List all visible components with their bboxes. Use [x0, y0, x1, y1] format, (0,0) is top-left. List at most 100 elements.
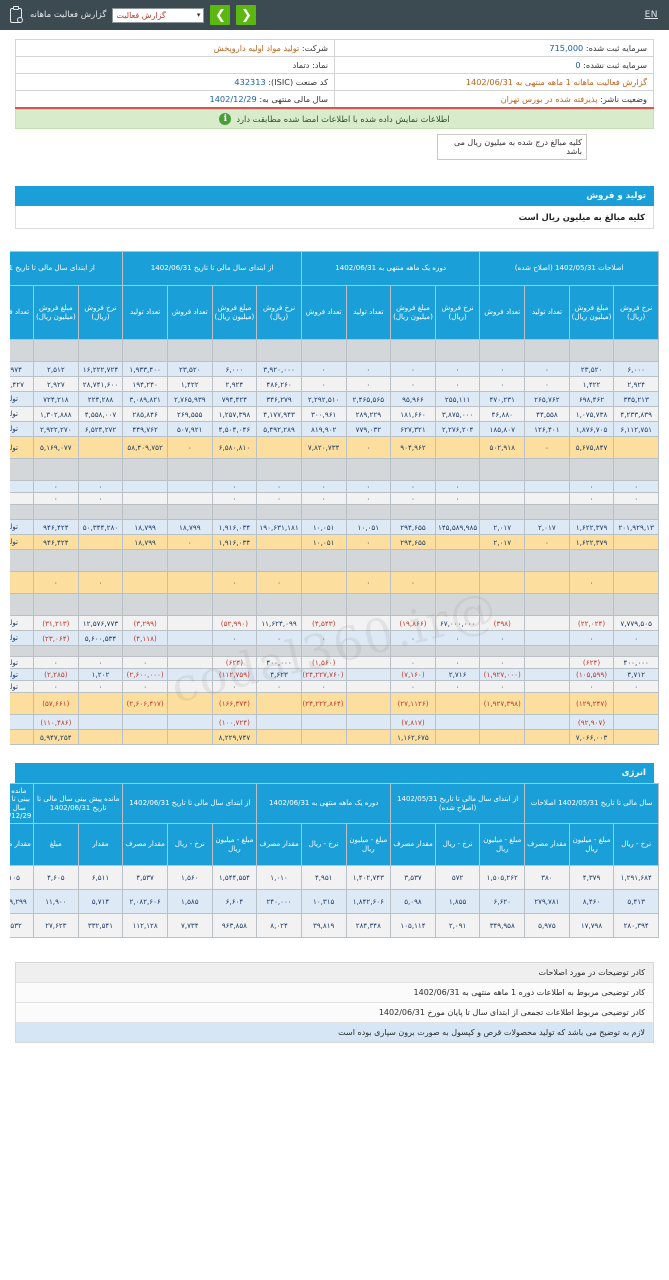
data-cell: [390, 339, 436, 362]
data-cell: ۰: [77, 656, 124, 669]
data-cell: [256, 549, 302, 572]
data-cell: ۱,۵۰۵,۲۶۲: [479, 865, 526, 890]
data-cell: ۳۳۲,۵۴۱: [77, 913, 124, 938]
data-cell: [345, 668, 392, 681]
data-cell: ۲,۰۱۷: [479, 534, 526, 550]
data-cell: (۲۳,۰۶۴): [33, 630, 79, 646]
data-cell: ۱۲۶,۴۰۱: [524, 421, 570, 437]
data-cell: ۴,۲۳۳,۸۳۹: [613, 406, 659, 422]
data-cell: [77, 645, 124, 657]
data-cell: [568, 458, 615, 481]
data-cell: (۴,۵۴۳): [300, 615, 347, 631]
production-column-header: تعداد تولید: [345, 285, 392, 340]
prev-report-button[interactable]: ❮: [236, 5, 257, 25]
data-cell: ۸,۰۲۴: [256, 913, 302, 938]
product-status-cell: تولید: [10, 391, 35, 407]
production-column-header: تعداد فروش: [300, 285, 347, 340]
data-cell: [345, 656, 392, 669]
data-cell: ۲۹۴,۶۵۵: [390, 519, 436, 535]
data-cell: ۲۸۴,۳۴۸: [345, 913, 392, 938]
data-cell: ۰: [390, 376, 436, 392]
data-cell: ۸۱۹,۹۰۲: [300, 421, 347, 437]
data-cell: [524, 692, 570, 715]
data-cell: ۵,۴۱۳: [613, 889, 659, 914]
data-cell: ۰: [300, 376, 347, 392]
data-cell: [211, 339, 258, 362]
data-cell: [166, 492, 213, 505]
product-status-cell: [10, 729, 35, 745]
data-cell: ۶۲۷,۳۲۱: [390, 421, 436, 437]
data-cell: ۴۰۰,۰۰۰: [256, 656, 302, 669]
energy-group-header: سال مالی تا تاریخ 1402/05/31 اصلاحات: [524, 783, 659, 824]
data-cell: [211, 549, 258, 572]
data-cell: ۰: [300, 361, 347, 377]
energy-column-header: مبلغ - میلیون ریال: [479, 823, 526, 866]
data-cell: ۲۳,۵۲۰: [568, 361, 615, 377]
data-cell: ۶,۵۱۱: [77, 865, 124, 890]
energy-column-header: مقدار مصرف: [390, 823, 436, 866]
data-cell: ۰: [390, 656, 436, 669]
energy-column-header: مقدار مصرف: [122, 823, 168, 866]
table-row: [10, 504, 659, 520]
data-cell: ۱۸,۷۹۹: [122, 519, 168, 535]
data-cell: ۲۰۱,۹۲۹,۱۳: [613, 519, 659, 535]
data-cell: (۲,۶۰۰,۰۰۰): [122, 668, 168, 681]
data-cell: [568, 549, 615, 572]
info-icon: i: [219, 113, 232, 125]
data-cell: [345, 339, 392, 362]
report-type-select[interactable]: ▾ گزارش فعالیت: [112, 7, 205, 23]
period-cell: گزارش فعالیت ماهانه 1 ماهه منتهی به 1402…: [334, 73, 654, 91]
issuer-status-cell: وضعیت ناشر: پذیرفته شده در بورس تهران: [334, 90, 654, 109]
data-cell: [122, 645, 168, 657]
signature-match-banner: اطلاعات نمایش داده شده با اطلاعات امضا ش…: [15, 109, 654, 129]
data-cell: [524, 630, 570, 646]
data-cell: [479, 645, 526, 657]
data-cell: [256, 729, 302, 745]
data-cell: ۳۸۰: [524, 865, 570, 890]
data-cell: [256, 593, 302, 616]
table-row: ۰۰۰۰۰۰۰۰۰۰تولید: [10, 492, 659, 505]
data-cell: ۰: [345, 534, 392, 550]
data-cell: [211, 504, 258, 520]
data-cell: (۱,۵۶۰): [300, 656, 347, 669]
data-cell: ۰: [434, 656, 481, 669]
table-row: ۲۰۱,۹۲۹,۱۳ ۱,۶۲۲,۳۷۹ ۲,۰۱۷ ۲,۰۱۷ ۱۴۵,۵۸۹,۹۸۵…: [10, 519, 659, 535]
product-status-cell: تولید: [10, 630, 35, 646]
data-cell: ۶۷,۰۰۰,۰۰۰: [434, 615, 481, 631]
data-cell: ۱۶,۲۲۲,۷۲۴: [77, 361, 124, 377]
data-cell: [345, 458, 392, 481]
data-cell: ۰: [479, 656, 526, 669]
data-cell: ۰: [345, 436, 392, 459]
energy-grid-holder: سال مالی تا تاریخ 1402/05/31 اصلاحات از ا…: [10, 783, 659, 938]
data-cell: [33, 645, 79, 657]
data-cell: [524, 656, 570, 669]
data-cell: ۰: [345, 361, 392, 377]
data-cell: ۳۴۵,۲۱۳: [613, 391, 659, 407]
data-cell: ۰: [434, 680, 481, 693]
data-cell: [256, 714, 302, 730]
data-cell: [166, 680, 213, 693]
data-cell: ۵۷۲: [434, 865, 481, 890]
data-cell: (۱۰۰,۷۲۴): [211, 714, 258, 730]
data-cell: [434, 436, 481, 459]
company-cell: شرکت: تولید مواد اولیه داروپخش: [15, 39, 335, 57]
data-cell: [166, 692, 213, 715]
data-cell: ۵,۹۷۵: [524, 913, 570, 938]
data-cell: [166, 645, 213, 657]
language-toggle-en[interactable]: EN: [642, 9, 661, 21]
data-cell: ۱۱۲,۱۲۸: [122, 913, 168, 938]
next-report-button[interactable]: ❯: [210, 5, 231, 25]
table-row: ۲۸۰,۳۹۴ ۱۷,۷۹۸ ۵,۹۷۵ ۳۴۹,۹۵۸ ۲,۰۹۱ ۱۰۵,۱۱۴ ۲۸۴…: [10, 913, 659, 938]
data-cell: ۵,۷۱۴: [77, 889, 124, 914]
data-cell: ۷,۰۶۶,۰۰۳: [568, 729, 615, 745]
table-row: ۶,۰۰۰ ۲۳,۵۲۰ ۰ ۰ ۰ ۰ ۰ ۰ ۳,۹۲۰,۰۰۰ ۶,۰۰۰ ۲۳,۵۲۰ ۱,۹…: [10, 361, 659, 377]
product-status-cell: تولید: [10, 656, 35, 669]
data-cell: ۰: [77, 571, 124, 594]
data-cell: ۱,۴۲۲: [568, 376, 615, 392]
capital-unregistered-value: 0: [575, 60, 581, 70]
data-cell: [300, 504, 347, 520]
data-cell: ۴,۶۰۵: [33, 865, 79, 890]
data-cell: [479, 458, 526, 481]
data-cell: ۲۳,۵۲۰: [166, 361, 213, 377]
data-cell: ۱,۲۵۷,۳۹۸: [211, 406, 258, 422]
